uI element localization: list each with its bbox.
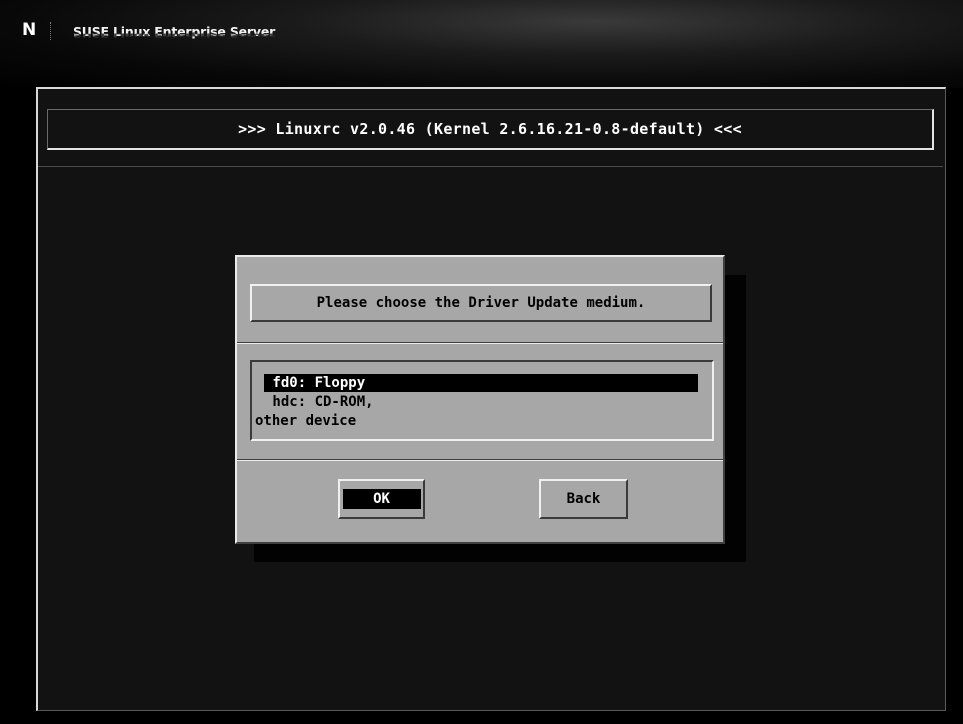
- ok-button-label: OK: [342, 489, 421, 509]
- back-button-label: Back: [566, 491, 601, 507]
- dialog-divider-top: [237, 342, 723, 344]
- dialog-prompt: Please choose the Driver Update medium.: [316, 295, 646, 311]
- novell-logo: N: [22, 20, 37, 40]
- list-item-fd0-floppy[interactable]: fd0: Floppy: [264, 374, 698, 392]
- back-button[interactable]: Back: [539, 479, 628, 519]
- ok-button[interactable]: OK: [338, 479, 425, 519]
- top-banner: N SUSE Linux Enterprise Server SUSE Linu…: [0, 0, 963, 88]
- screen-divider: [38, 166, 943, 167]
- dialog-divider-bottom: [237, 459, 723, 461]
- list-item-hdc-cdrom[interactable]: hdc: CD-ROM,: [264, 393, 698, 411]
- linuxrc-title-bar: >>> Linuxrc v2.0.46 (Kernel 2.6.16.21-0.…: [47, 109, 934, 150]
- medium-list[interactable]: fd0: Floppy hdc: CD-ROM, other device: [250, 360, 714, 441]
- linuxrc-title: >>> Linuxrc v2.0.46 (Kernel 2.6.16.21-0.…: [238, 120, 742, 138]
- driver-update-dialog: Please choose the Driver Update medium. …: [235, 255, 725, 544]
- product-name-reflection: SUSE Linux Enterprise Server: [73, 32, 276, 39]
- logo-divider: [50, 22, 52, 40]
- list-item-other-device[interactable]: other device: [255, 412, 698, 430]
- dialog-prompt-box: Please choose the Driver Update medium.: [250, 284, 712, 322]
